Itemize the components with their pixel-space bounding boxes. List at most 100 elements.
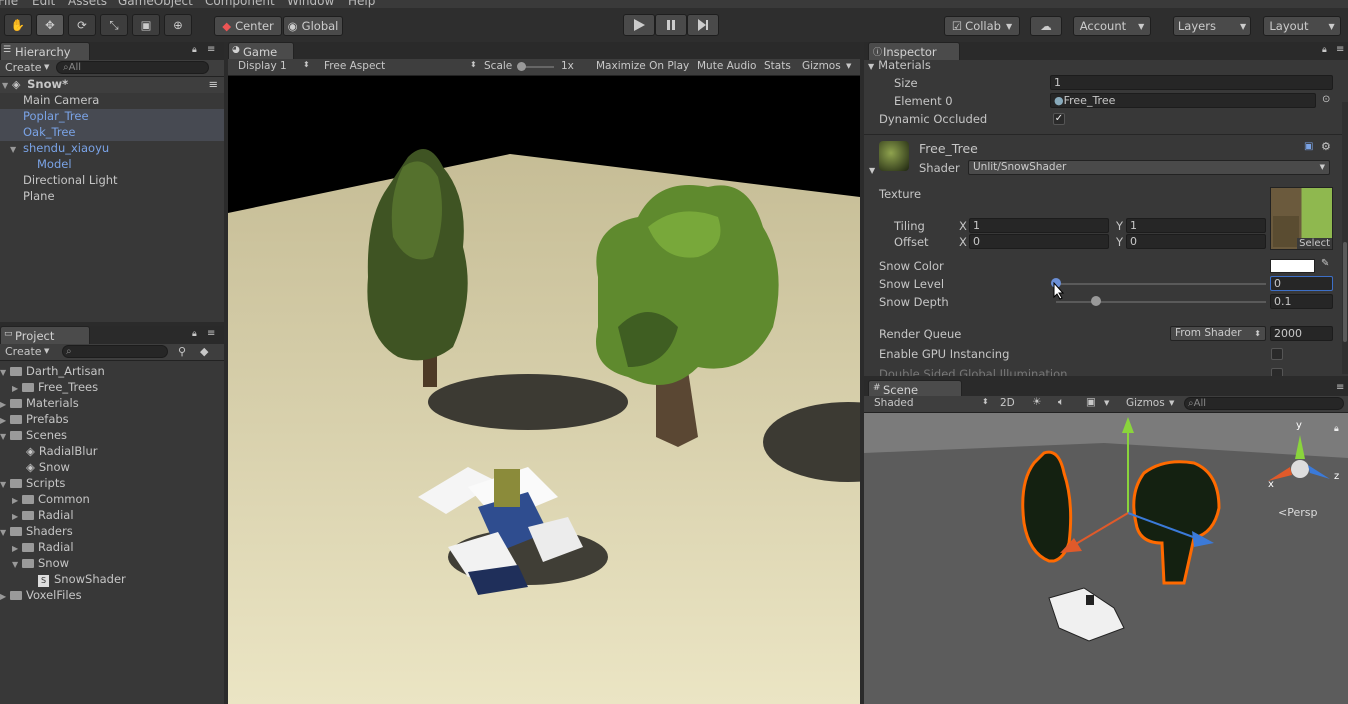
snow-depth-field[interactable]: 0.1 (1270, 294, 1333, 309)
menu-window[interactable]: Window (287, 0, 334, 8)
element-0-field[interactable]: ●Free_Tree (1050, 93, 1316, 108)
dynamic-occluded-checkbox[interactable]: ✓ (1053, 113, 1065, 125)
rotate-tool-icon[interactable]: ⟳ (68, 14, 96, 36)
hierarchy-item-model[interactable]: Model (37, 157, 72, 173)
scene-header[interactable]: ▼ ◈ Snow* ≡ (0, 77, 224, 93)
audio-toggle-icon[interactable]: 🔈︎ (1058, 396, 1064, 409)
lock-icon[interactable]: 🔒︎ (192, 45, 197, 55)
tiling-x-field[interactable]: 1 (969, 218, 1109, 233)
tiling-y-field[interactable]: 1 (1126, 218, 1266, 233)
pause-button[interactable] (655, 14, 687, 36)
create-dropdown[interactable]: Create (5, 61, 42, 74)
expand-arrow-icon[interactable]: ▶ (0, 416, 10, 425)
menu-icon[interactable]: ≡ (1336, 44, 1344, 55)
project-folder-common[interactable]: ▶ Common (12, 492, 90, 508)
offset-y-field[interactable]: 0 (1126, 234, 1266, 249)
select-button[interactable]: Select (1297, 238, 1332, 249)
snow-level-slider[interactable] (1056, 283, 1266, 285)
project-folder-free-trees[interactable]: ▶ Free_Trees (12, 380, 98, 396)
scene-gizmos-dropdown[interactable]: Gizmos (1126, 397, 1165, 409)
lock-icon[interactable]: 🔒︎ (192, 329, 197, 339)
maximize-on-play-toggle[interactable]: Maximize On Play (596, 60, 689, 72)
snow-color-swatch[interactable] (1270, 259, 1315, 273)
tab-hierarchy[interactable]: ☰ Hierarchy (0, 42, 90, 60)
double-sided-gi-checkbox[interactable] (1271, 368, 1283, 376)
projection-toggle[interactable]: <Persp (1278, 506, 1317, 519)
menu-icon[interactable]: ≡ (207, 44, 215, 55)
expand-arrow-icon[interactable]: ▼ (12, 560, 22, 569)
project-folder-darth-artisan[interactable]: ▼ Darth_Artisan (0, 364, 105, 380)
transform-tool-icon[interactable]: ⊕ (164, 14, 192, 36)
snow-depth-slider-thumb[interactable] (1091, 296, 1101, 306)
cloud-button[interactable]: ☁ (1030, 16, 1062, 36)
effects-toggle-icon[interactable]: ▣ (1086, 396, 1096, 408)
filter-label-icon[interactable]: ◆ (200, 345, 208, 358)
shading-mode-dropdown[interactable]: Shaded (874, 397, 914, 409)
aspect-dropdown[interactable]: Free Aspect (324, 60, 385, 72)
lighting-toggle-icon[interactable]: ☀ (1032, 396, 1041, 408)
project-folder-voxelfiles[interactable]: ▶ VoxelFiles (0, 588, 82, 604)
render-queue-field[interactable]: 2000 (1270, 326, 1333, 341)
project-folder-shader-snow[interactable]: ▼ Snow (12, 556, 69, 572)
hierarchy-item-plane[interactable]: Plane (23, 189, 55, 205)
project-folder-scenes[interactable]: ▼ Scenes (0, 428, 67, 444)
collab-dropdown[interactable]: ☑ Collab ▼ (944, 16, 1020, 36)
menu-edit[interactable]: Edit (32, 0, 55, 8)
hierarchy-item-poplar-tree[interactable]: Poplar_Tree (0, 109, 224, 125)
inspector-scrollbar-thumb[interactable] (1343, 242, 1347, 342)
menu-assets[interactable]: Assets (68, 0, 107, 8)
create-dropdown[interactable]: Create (5, 345, 42, 358)
scene-search-input[interactable]: ⌕All (1184, 397, 1344, 410)
display-dropdown[interactable]: Display 1 (238, 60, 287, 72)
menu-help[interactable]: Help (348, 0, 375, 8)
pivot-center-button[interactable]: ◆ Center (214, 16, 282, 36)
expand-arrow-icon[interactable]: ▶ (12, 544, 22, 553)
2d-toggle[interactable]: 2D (1000, 397, 1015, 409)
gizmos-dropdown[interactable]: Gizmos (802, 60, 841, 72)
scale-slider-thumb[interactable] (517, 62, 526, 71)
texture-slot[interactable]: Select (1270, 187, 1333, 250)
project-folder-shaders[interactable]: ▼ Shaders (0, 524, 73, 540)
snow-depth-slider[interactable] (1056, 301, 1266, 303)
menu-component[interactable]: Component (205, 0, 275, 8)
play-button[interactable] (623, 14, 655, 36)
project-folder-scripts[interactable]: ▼ Scripts (0, 476, 65, 492)
layout-dropdown[interactable]: Layout ▼ (1263, 16, 1341, 36)
expand-arrow-icon[interactable]: ▼ (0, 480, 10, 489)
menu-icon[interactable]: ≡ (208, 77, 218, 91)
hierarchy-search-input[interactable]: ⌕All (56, 61, 209, 74)
menu-icon[interactable]: ≡ (1336, 382, 1344, 393)
expand-arrow-icon[interactable]: ▼ (869, 166, 875, 175)
expand-arrow-icon[interactable]: ▶ (12, 384, 22, 393)
expand-arrow-icon[interactable]: ▼ (0, 528, 10, 537)
scale-tool-icon[interactable]: ⤡ (100, 14, 128, 36)
project-folder-shader-radial[interactable]: ▶ Radial (12, 540, 74, 556)
move-tool-icon[interactable]: ✥ (36, 14, 64, 36)
expand-arrow-icon[interactable]: ▶ (0, 592, 10, 601)
tab-game[interactable]: ◕ Game (228, 42, 294, 60)
offset-x-field[interactable]: 0 (969, 234, 1109, 249)
pivot-global-button[interactable]: ◉ Global (283, 16, 343, 36)
expand-arrow-icon[interactable]: ▼ (10, 145, 20, 154)
expand-arrow-icon[interactable]: ▶ (0, 400, 10, 409)
project-search-input[interactable]: ⌕ (62, 345, 168, 358)
filter-type-icon[interactable]: ⚲ (178, 345, 186, 358)
menu-file[interactable]: File (0, 0, 18, 8)
menu-gameobject[interactable]: GameObject (118, 0, 193, 8)
project-scene-snow[interactable]: ◈ Snow (26, 460, 70, 476)
expand-arrow-icon[interactable]: ▶ (12, 512, 22, 521)
step-button[interactable] (687, 14, 719, 36)
gear-icon[interactable]: ⚙ (1321, 140, 1331, 153)
project-scene-radialblur[interactable]: ◈ RadialBlur (26, 444, 97, 460)
layers-dropdown[interactable]: Layers ▼ (1173, 16, 1251, 36)
menu-icon[interactable]: ≡ (207, 328, 215, 339)
expand-arrow-icon[interactable]: ▼ (2, 81, 12, 90)
object-picker-icon[interactable]: ⊙ (1322, 94, 1330, 105)
mute-audio-toggle[interactable]: Mute Audio (697, 60, 756, 72)
gpu-instancing-checkbox[interactable] (1271, 348, 1283, 360)
render-queue-dropdown[interactable]: From Shader ⬍ (1170, 326, 1266, 341)
eyedropper-icon[interactable]: ✎ (1321, 258, 1329, 269)
expand-arrow-icon[interactable]: ▼ (0, 432, 10, 441)
stats-toggle[interactable]: Stats (764, 60, 791, 72)
expand-arrow-icon[interactable]: ▶ (12, 496, 22, 505)
